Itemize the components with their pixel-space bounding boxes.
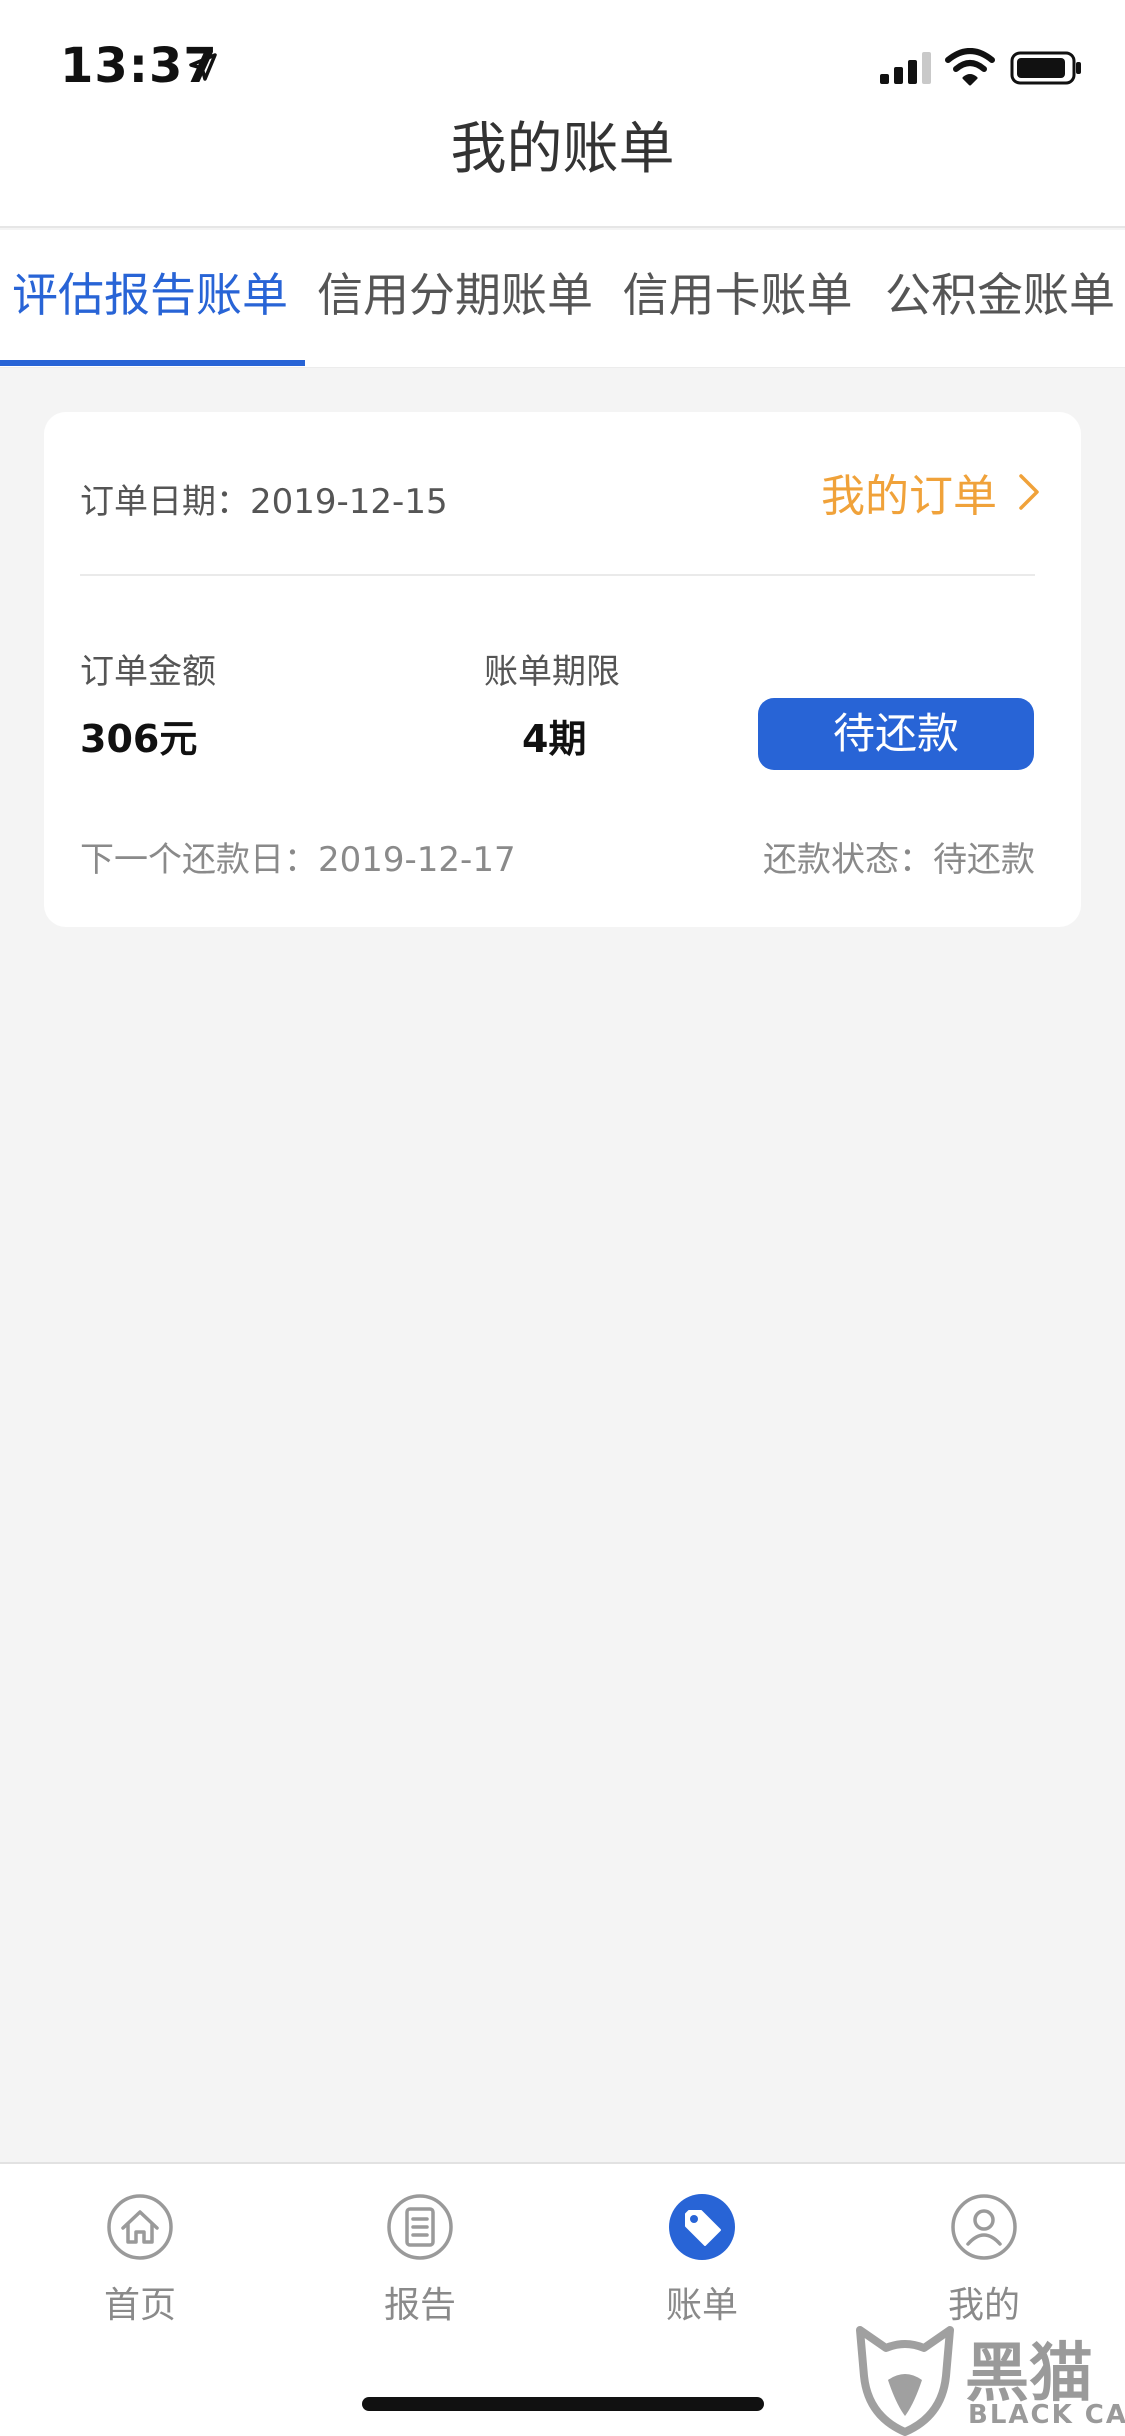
cellular-signal-icon: [880, 52, 931, 84]
tabbar-label-home: 首页: [103, 2285, 176, 2326]
tabbar-item-profile[interactable]: 我的: [904, 2192, 1064, 2328]
profile-icon: [951, 2194, 1017, 2260]
tab-credit-card-bill[interactable]: 信用卡账单: [615, 230, 860, 368]
my-orders-label: 我的订单: [821, 471, 997, 522]
tab-assessment-report-bill[interactable]: 评估报告账单: [0, 230, 300, 368]
watermark-subtext: BLACK CAT: [968, 2400, 1125, 2430]
order-date: 订单日期：2019-12-15: [80, 482, 448, 522]
order-amount-label: 订单金额: [80, 652, 216, 692]
bill-term-label: 账单期限: [484, 652, 620, 692]
tabbar-label-bill: 账单: [665, 2285, 738, 2326]
battery-icon: [1010, 51, 1081, 85]
cat-logo-icon: [856, 2326, 954, 2436]
tabbar-item-bill[interactable]: 账单: [622, 2192, 782, 2328]
bill-tabs: 评估报告账单 信用分期账单 信用卡账单 公积金账单: [0, 230, 1125, 368]
repayment-status: 还款状态：待还款: [763, 840, 1035, 880]
bill-tag-icon: [669, 2194, 735, 2260]
location-arrow-icon: [189, 53, 217, 81]
report-icon: [387, 2194, 453, 2260]
chevron-right-icon: [1019, 474, 1039, 510]
tab-housing-fund-bill[interactable]: 公积金账单: [880, 230, 1120, 368]
bill-term-value: 4期: [522, 717, 587, 761]
next-repayment-date: 下一个还款日：2019-12-17: [80, 840, 516, 880]
tabbar-label-report: 报告: [383, 2285, 456, 2326]
black-cat-watermark: 黑猫 BLACK CAT: [850, 2320, 1125, 2436]
pending-repayment-button[interactable]: 待还款: [758, 698, 1034, 770]
order-card: 订单日期：2019-12-15 我的订单 订单金额 306元 账单期限 4期 待…: [44, 412, 1081, 927]
tab-credit-installment-bill[interactable]: 信用分期账单: [310, 230, 600, 368]
home-icon: [107, 2194, 173, 2260]
tabbar-item-home[interactable]: 首页: [60, 2192, 220, 2328]
nav-header: 我的账单: [0, 100, 1125, 228]
tabbar-item-report[interactable]: 报告: [340, 2192, 500, 2328]
wifi-icon: [945, 48, 995, 86]
order-amount-value: 306元: [80, 717, 198, 761]
page-title: 我的账单: [450, 117, 675, 182]
active-tab-indicator: [0, 360, 305, 366]
home-indicator: [362, 2397, 764, 2411]
bills-screen: 13:37 我的账单 评估报告账单 信用分期账单 信用卡账单 公积金账单 订单日…: [0, 0, 1125, 2436]
my-orders-link[interactable]: 我的订单: [821, 462, 1041, 522]
card-divider: [80, 574, 1035, 576]
